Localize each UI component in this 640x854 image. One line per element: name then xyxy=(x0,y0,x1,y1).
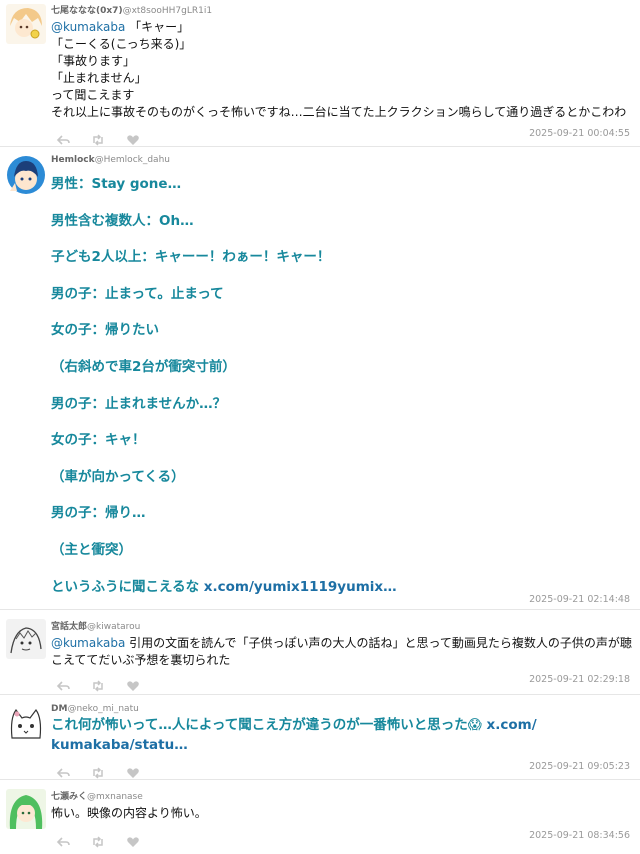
user-handle[interactable]: @kiwatarou xyxy=(87,622,140,632)
user-name[interactable]: DM xyxy=(51,704,67,714)
user-name[interactable]: 七瀬みく xyxy=(51,792,87,802)
reply-icon[interactable] xyxy=(56,131,70,145)
like-icon[interactable] xyxy=(126,833,140,847)
tweet-text: @kumakaba 「キャー」 「こーくる(こっち来る)」 「事故ります」 「止… xyxy=(51,20,627,119)
mention-link[interactable]: @kumakaba xyxy=(51,20,125,34)
tweet-text: @kumakaba 引用の文面を読んで「子供っぽい声の大人の話ね」と思って動画見… xyxy=(51,636,632,667)
avatar[interactable] xyxy=(6,619,46,659)
tweet-item: DM@neko_mi_natu これ何が怖いって…人によって聞こえ方が違うのが一… xyxy=(0,695,640,780)
reply-icon[interactable] xyxy=(56,764,70,778)
tweet-link[interactable]: x.com/yumix1119yumix… xyxy=(204,579,397,595)
retweet-icon[interactable] xyxy=(91,677,105,692)
avatar[interactable] xyxy=(6,4,46,44)
user-handle[interactable]: @xt8sooHH7gLR1i1 xyxy=(123,6,212,16)
tweet-link[interactable]: x.com/ xyxy=(487,717,537,733)
timestamp[interactable]: 2025-09-21 02:14:48 xyxy=(529,594,630,605)
tweet-text: これ何が怖いって…人によって聞こえ方が違うのが一番怖いと思った😱 x.com/ … xyxy=(51,717,537,753)
reply-icon[interactable] xyxy=(56,677,70,691)
timestamp[interactable]: 2025-09-21 00:04:55 xyxy=(529,128,630,139)
user-name[interactable]: 七尾ななな(0x7) xyxy=(51,6,123,16)
retweet-icon[interactable] xyxy=(91,833,105,848)
like-icon[interactable] xyxy=(126,677,140,691)
tweet-item: 七尾ななな(0x7)@xt8sooHH7gLR1i1 @kumakaba 「キャ… xyxy=(0,0,640,147)
user-handle[interactable]: @mxnanase xyxy=(87,792,143,802)
like-icon[interactable] xyxy=(126,764,140,778)
user-handle[interactable]: @Hemlock_dahu xyxy=(95,155,170,165)
tweet-link[interactable]: kumakaba/statu… xyxy=(51,737,188,753)
user-name[interactable]: 宮話太郎 xyxy=(51,622,87,632)
avatar[interactable] xyxy=(6,155,46,195)
timestamp[interactable]: 2025-09-21 09:05:23 xyxy=(529,761,630,772)
tweet-item: 七瀬みく@mxnanase 怖い。映像の内容より怖い。 2025-09-21 0… xyxy=(0,780,640,854)
retweet-icon[interactable] xyxy=(91,764,105,779)
avatar[interactable] xyxy=(6,704,46,744)
tweet-item: 宮話太郎@kiwatarou @kumakaba 引用の文面を読んで「子供っぽい… xyxy=(0,610,640,695)
timestamp[interactable]: 2025-09-21 08:34:56 xyxy=(529,830,630,841)
reply-icon[interactable] xyxy=(56,833,70,847)
timestamp[interactable]: 2025-09-21 02:29:18 xyxy=(529,674,630,685)
mention-link[interactable]: @kumakaba xyxy=(51,636,125,650)
tweet-text: 男性：Stay gone… 男性含む複数人：Oh… 子ども2人以上：キャーー！わ… xyxy=(51,176,397,595)
user-handle[interactable]: @neko_mi_natu xyxy=(67,704,138,714)
retweet-icon[interactable] xyxy=(91,131,105,146)
tweet-item: Hemlock@Hemlock_dahu 男性：Stay gone… 男性含む複… xyxy=(0,147,640,610)
user-name[interactable]: Hemlock xyxy=(51,155,95,165)
like-icon[interactable] xyxy=(126,131,140,145)
avatar[interactable] xyxy=(6,789,46,829)
tweet-text: 怖い。映像の内容より怖い。 xyxy=(51,806,207,820)
